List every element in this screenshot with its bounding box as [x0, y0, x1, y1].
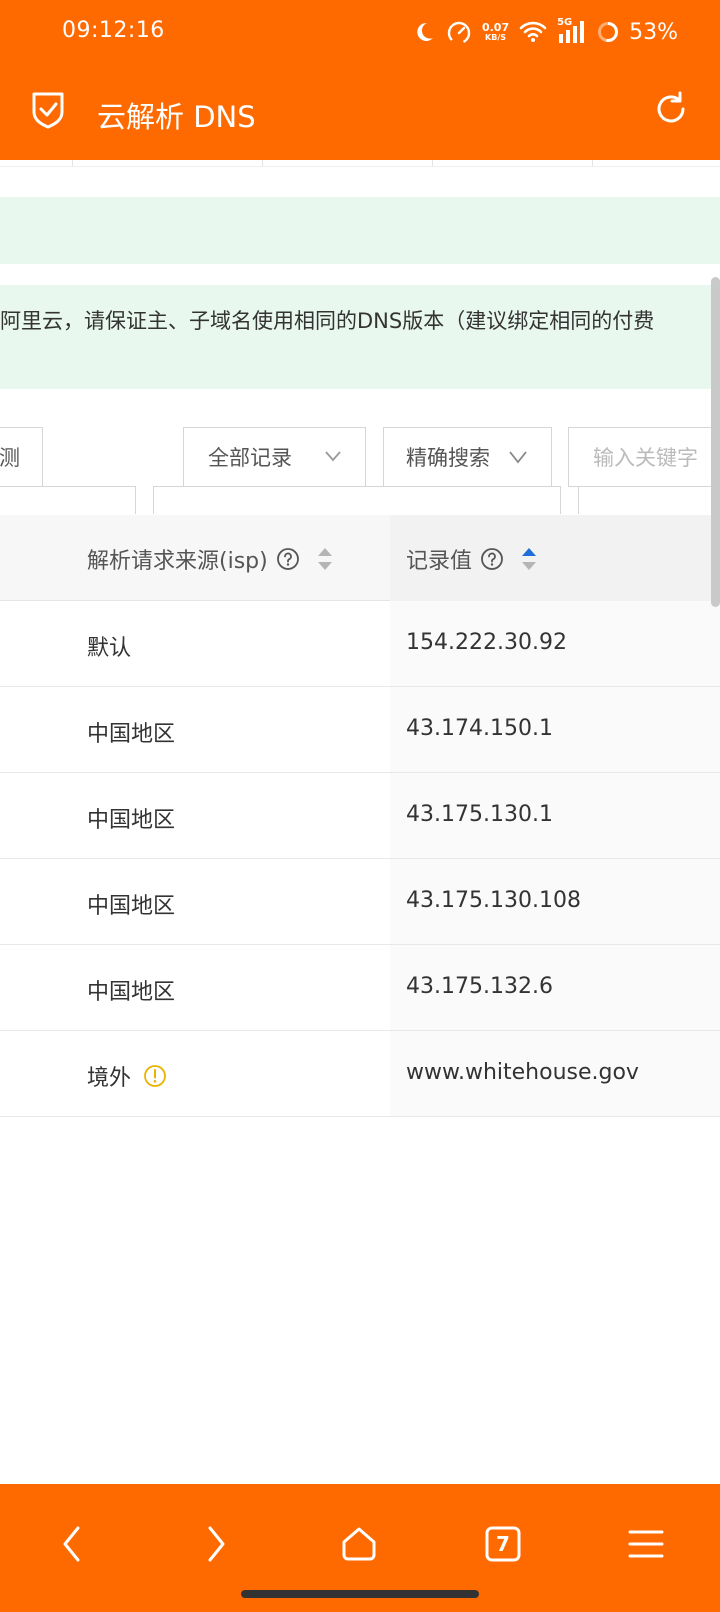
notice-banner-top [0, 197, 720, 264]
filter-button-left[interactable]: 测 [0, 427, 43, 487]
cell-isp-text: 默认 [87, 636, 132, 661]
record-type-select[interactable]: 全部记录 [183, 427, 366, 487]
cell-isp-text: 中国地区 [87, 894, 176, 919]
table-row: 中国地区 43.175.132.6 [0, 945, 720, 1031]
cell-record-value: 43.175.132.6 [406, 974, 553, 999]
status-bar: 09:12:16 0.07 KB/S 5G 53% [0, 0, 720, 66]
network-speed-value: 0.07 [481, 21, 510, 34]
help-circle-icon[interactable] [276, 547, 300, 571]
cell-record-value: 43.175.130.108 [406, 888, 581, 913]
chevron-left-icon [63, 1526, 80, 1562]
sort-ascending-icon[interactable] [520, 546, 538, 572]
tab-strip-remnant [0, 160, 720, 167]
top-bar: 09:12:16 0.07 KB/S 5G 53% 云解析 DNS [0, 0, 720, 160]
help-circle-icon[interactable] [480, 547, 504, 571]
cell-isp: 中国地区 [87, 974, 175, 1006]
battery-percent: 53% [629, 19, 678, 45]
column-header-value[interactable]: 记录值 [406, 543, 538, 575]
forward-button[interactable] [184, 1512, 248, 1576]
filter-left-label: 测 [0, 446, 20, 470]
table-row: 默认 154.222.30.92 [0, 601, 720, 687]
cell-record-value: 154.222.30.92 [406, 630, 567, 655]
column-header-value-label: 记录值 [406, 549, 473, 574]
tab-count: 7 [496, 1532, 510, 1556]
cell-isp: 默认 [87, 630, 131, 662]
filter-row-second [0, 486, 136, 514]
speedometer-icon [447, 21, 471, 45]
chevron-down-icon [509, 451, 527, 464]
page-title: 云解析 DNS [97, 100, 256, 134]
table-row: 中国地区 43.174.150.1 [0, 687, 720, 773]
search-mode-label: 精确搜索 [406, 446, 490, 470]
home-button[interactable] [327, 1512, 391, 1576]
column-header-isp-label: 解析请求来源(isp) [87, 549, 268, 574]
search-mode-select[interactable]: 精确搜索 [383, 427, 552, 487]
network-speed: 0.07 KB/S [482, 22, 509, 42]
signal-bars-icon [559, 21, 585, 43]
cell-record-value: 43.175.130.1 [406, 802, 553, 827]
app-header: 云解析 DNS [0, 66, 720, 160]
warning-icon[interactable] [143, 1064, 167, 1088]
notice-banner: 阿里云，请保证主、子域名使用相同的DNS版本（建议绑定相同的付费 [0, 285, 720, 389]
moon-icon [417, 22, 433, 41]
browser-app: 09:12:16 0.07 KB/S 5G 53% 云解析 DNS 阿里云，请保… [0, 0, 720, 1612]
home-icon [342, 1527, 376, 1561]
column-header-isp[interactable]: 解析请求来源(isp) [87, 543, 334, 575]
table-row: 境外 www.whitehouse.gov [0, 1031, 720, 1117]
table-row: 中国地区 43.175.130.108 [0, 859, 720, 945]
back-button[interactable] [40, 1512, 104, 1576]
table-header: 解析请求来源(isp) 记录值 [0, 515, 720, 601]
cell-isp-text: 中国地区 [87, 980, 176, 1005]
scrollbar-handle[interactable] [711, 277, 720, 607]
cell-isp: 中国地区 [87, 802, 175, 834]
wifi-icon [519, 21, 547, 42]
sort-icon[interactable] [316, 546, 334, 572]
cellular-signal: 5G [557, 17, 587, 44]
keyword-placeholder: 输入关键字 [593, 446, 698, 470]
notice-text: 阿里云，请保证主、子域名使用相同的DNS版本（建议绑定相同的付费 [0, 309, 655, 333]
cell-record-value: www.whitehouse.gov [406, 1060, 639, 1085]
record-type-label: 全部记录 [208, 446, 292, 470]
status-time: 09:12:16 [62, 18, 165, 43]
battery-ring-icon [598, 22, 619, 42]
network-speed-unit: KB/S [485, 33, 507, 42]
cell-isp-text: 中国地区 [87, 722, 176, 747]
cell-isp: 中国地区 [87, 716, 175, 748]
chevron-down-icon [325, 451, 341, 462]
menu-button[interactable] [614, 1512, 678, 1576]
cell-isp: 中国地区 [87, 888, 175, 920]
keyword-search-input[interactable]: 输入关键字 [568, 427, 720, 487]
gesture-bar[interactable] [241, 1590, 479, 1598]
cell-isp-text: 境外 [87, 1066, 132, 1091]
status-icons: 0.07 KB/S 5G 53% [412, 16, 678, 48]
menu-icon [628, 1530, 664, 1558]
cell-isp-text: 中国地区 [87, 808, 176, 833]
filter-row-second [578, 486, 720, 514]
table-row: 中国地区 43.175.130.1 [0, 773, 720, 859]
shield-check-icon[interactable] [30, 90, 66, 130]
refresh-icon[interactable] [652, 90, 690, 128]
filter-row-second [153, 486, 561, 514]
bottom-navigation: 7 [0, 1484, 720, 1612]
cell-record-value: 43.174.150.1 [406, 716, 553, 741]
cell-isp: 境外 [87, 1060, 167, 1092]
tabs-button[interactable]: 7 [471, 1512, 535, 1576]
chevron-right-icon [208, 1526, 225, 1562]
